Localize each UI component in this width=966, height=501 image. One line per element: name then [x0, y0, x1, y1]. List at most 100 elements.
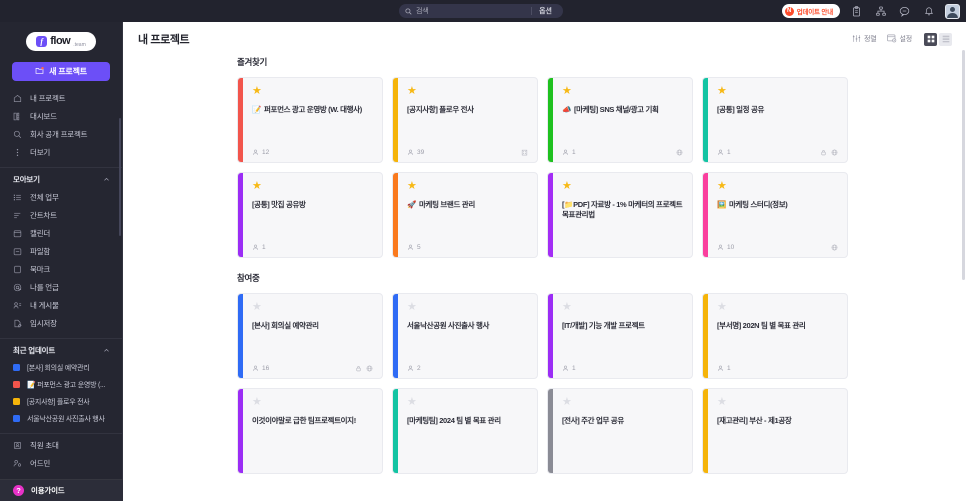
lock-icon	[821, 149, 826, 155]
sidebar-item-more[interactable]: 더보기	[0, 143, 122, 161]
card-emoji: 🚀	[407, 200, 416, 209]
search-divider	[531, 7, 533, 15]
favorite-star-icon[interactable]: ★	[407, 302, 528, 313]
project-card[interactable]: ★ 📣 [마케팅] SNS 채널/광고 기획 1	[547, 77, 693, 163]
project-card[interactable]: ★ 🚀 마케팅 브랜드 관리 5	[392, 172, 538, 258]
settings-button[interactable]: 설정	[886, 30, 912, 48]
project-card[interactable]: ★ [IT/개발] 기능 개발 프로젝트 1	[547, 293, 693, 379]
member-count: 2	[407, 365, 421, 372]
sidebar-item-calendar[interactable]: 캘린더	[0, 224, 122, 242]
sidebar-item-public-projects[interactable]: 회사 공개 프로젝트	[0, 125, 122, 143]
member-count-value: 12	[262, 148, 270, 156]
avatar-head	[950, 6, 955, 12]
project-card[interactable]: ★ 📝 퍼포먼스 광고 운영방 (W. 대행사) 12	[237, 77, 383, 163]
main-scrollbar[interactable]	[962, 22, 966, 501]
member-count-value: 16	[262, 364, 270, 372]
list-item[interactable]: 📝 퍼포먼스 광고 운영방 (...	[0, 376, 122, 393]
sort-label: 정렬	[864, 36, 877, 43]
project-card[interactable]: ★ 🖼️ 마케팅 스터디(정보) 10	[702, 172, 848, 258]
project-card[interactable]: ★ 이것이야말로 급한 팀프로젝트이지!	[237, 388, 383, 474]
sidebar-scrollbar[interactable]	[119, 118, 121, 236]
card-body: ★ 서울낙산공원 사진출사 행사	[393, 294, 537, 358]
sidebar-divider-1	[0, 167, 122, 168]
project-card[interactable]: ★ [공지사항] 플로우 전사 39	[392, 77, 538, 163]
sidebar-item-mentions[interactable]: 나를 언급	[0, 278, 122, 296]
user-guide-button[interactable]: ? 이용가이드	[0, 479, 123, 501]
project-card[interactable]: ★ [공통] 일정 공유 1	[702, 77, 848, 163]
favorite-star-icon[interactable]: ★	[252, 181, 373, 192]
project-card[interactable]: ★ [본사] 회의실 예약관리 16	[237, 293, 383, 379]
mention-icon	[13, 283, 22, 292]
project-card[interactable]: ★ 서울낙산공원 사진출사 행사 2	[392, 293, 538, 379]
sidebar-group-recent[interactable]: 최근 업데이트	[0, 341, 122, 359]
app-logo[interactable]: f flow .team	[0, 22, 122, 60]
project-card[interactable]: ★ [부서명] 202N 팀 별 목표 관리 1	[702, 293, 848, 379]
bell-icon[interactable]	[921, 4, 936, 19]
favorite-star-icon[interactable]: ★	[252, 302, 373, 313]
sidebar-group-collect[interactable]: 모아보기	[0, 170, 122, 188]
grid-view-icon[interactable]	[924, 32, 937, 46]
project-card[interactable]: ★ [재고관리] 부산 - 제1공장	[702, 388, 848, 474]
project-card[interactable]: ★ [마케팅팀] 2024 팀 별 목표 관리	[392, 388, 538, 474]
sidebar-item-invite[interactable]: 직원 초대	[0, 436, 122, 454]
bookmark-icon	[13, 265, 22, 274]
card-footer-icons	[820, 149, 838, 156]
sidebar-item-bookmark[interactable]: 북마크	[0, 260, 122, 278]
update-notice-button[interactable]: N 업데이트 안내	[781, 4, 840, 18]
card-accent-bar	[238, 78, 243, 162]
project-card[interactable]: ★ [전사] 주간 업무 공유	[547, 388, 693, 474]
project-card[interactable]: ★ [공통] 맛집 공유방 1	[237, 172, 383, 258]
list-item[interactable]: [본사] 회의실 예약관리	[0, 359, 122, 376]
card-body: ★ [부서명] 202N 팀 별 목표 관리	[703, 294, 847, 358]
org-chart-icon[interactable]	[873, 4, 888, 19]
project-color-swatch	[13, 364, 20, 371]
home-icon	[13, 94, 22, 103]
avatar[interactable]	[945, 3, 960, 19]
sidebar-item-dashboard[interactable]: 대시보드	[0, 107, 122, 125]
project-card[interactable]: ★ [📁PDF] 자료방 - 1% 마케터의 프로젝트 목표관리법	[547, 172, 693, 258]
card-footer	[548, 453, 692, 473]
clipboard-icon[interactable]	[849, 4, 864, 19]
main-scrollbar-thumb[interactable]	[962, 50, 965, 280]
sidebar-item-my-posts[interactable]: 내 게시물	[0, 296, 122, 314]
my-posts-icon	[13, 301, 22, 310]
favorite-star-icon[interactable]: ★	[252, 86, 373, 97]
sidebar-item-label: 회사 공개 프로젝트	[30, 129, 88, 139]
card-footer: 1	[548, 358, 692, 378]
favorite-star-icon[interactable]: ★	[407, 397, 528, 408]
card-body: ★ 📣 [마케팅] SNS 채널/광고 기획	[548, 78, 692, 142]
favorite-star-icon[interactable]: ★	[562, 302, 683, 313]
favorite-star-icon[interactable]: ★	[407, 181, 528, 192]
sidebar-item-files[interactable]: 파일함	[0, 242, 122, 260]
favorite-star-icon[interactable]: ★	[717, 397, 838, 408]
list-item[interactable]: [공지사항] 플로우 전사	[0, 393, 122, 410]
favorite-star-icon[interactable]: ★	[717, 86, 838, 97]
card-footer	[548, 237, 692, 257]
new-project-button[interactable]: 새 프로젝트	[12, 62, 110, 81]
favorite-star-icon[interactable]: ★	[407, 86, 528, 97]
favorite-star-icon[interactable]: ★	[562, 397, 683, 408]
chat-icon[interactable]	[897, 4, 912, 19]
favorite-star-icon[interactable]: ★	[252, 397, 373, 408]
list-view-icon[interactable]	[939, 32, 952, 46]
card-body: ★ [📁PDF] 자료방 - 1% 마케터의 프로젝트 목표관리법	[548, 173, 692, 237]
favorite-star-icon[interactable]: ★	[717, 302, 838, 313]
sidebar-item-all-tasks[interactable]: 전체 업무	[0, 188, 122, 206]
recent-item-label: 서울낙산공원 사진출사 행사	[27, 415, 105, 423]
favorite-star-icon[interactable]: ★	[562, 86, 683, 97]
favorite-star-icon[interactable]: ★	[717, 181, 838, 192]
global-search-box[interactable]: 검색 옵션	[399, 4, 563, 18]
sidebar-item-my-projects[interactable]: 내 프로젝트	[0, 89, 122, 107]
sidebar-item-admin[interactable]: 어드민	[0, 454, 122, 472]
primary-nav: 내 프로젝트 대시보드 회사 공개 프로젝트 더보기	[0, 89, 122, 161]
sidebar-item-gantt[interactable]: 간트차트	[0, 206, 122, 224]
favorite-star-icon[interactable]: ★	[562, 181, 683, 192]
sidebar-item-drafts[interactable]: 임시저장	[0, 314, 122, 332]
card-footer: 12	[238, 142, 382, 162]
card-body: ★ [전사] 주간 업무 공유	[548, 389, 692, 453]
member-count: 1	[562, 365, 576, 372]
list-item[interactable]: 서울낙산공원 사진출사 행사	[0, 410, 122, 427]
search-icon	[405, 7, 412, 15]
sort-button[interactable]: 정렬	[852, 30, 877, 48]
search-options-label[interactable]: 옵션	[539, 6, 552, 16]
